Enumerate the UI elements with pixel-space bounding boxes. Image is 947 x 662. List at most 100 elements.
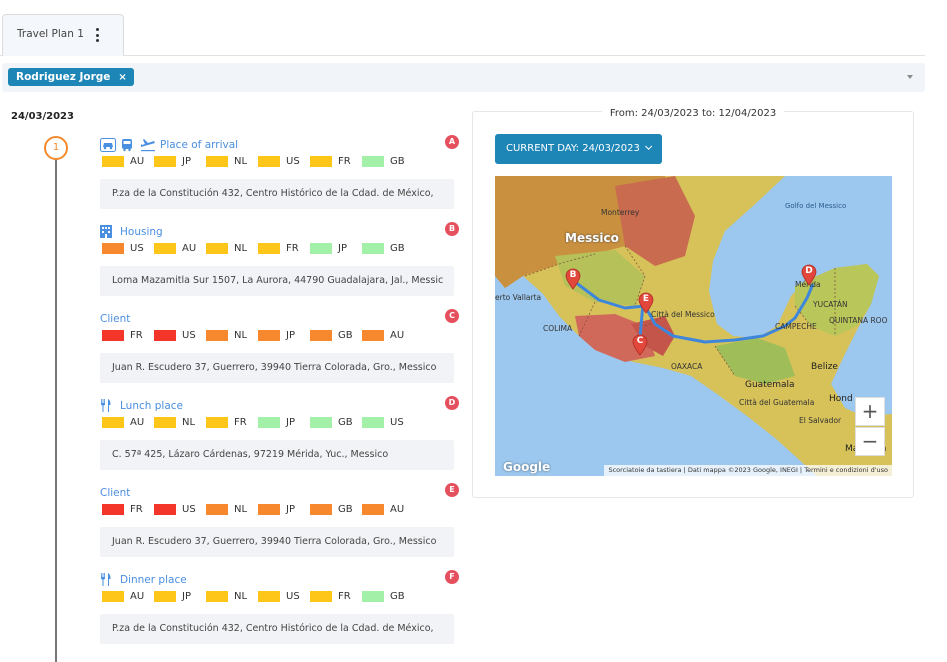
stop-title[interactable]: Housing <box>120 226 163 238</box>
rating-swatch <box>362 591 384 602</box>
rating-swatch <box>206 504 228 515</box>
stop-address: P.za de la Constitución 432, Centro Hist… <box>100 179 454 209</box>
map-pin-b[interactable]: B <box>565 268 581 290</box>
plane-icon <box>140 138 156 152</box>
country-code: FR <box>338 591 351 602</box>
map[interactable]: Messico Golfo del Messico Monterrey erto… <box>495 176 892 476</box>
date-range-text: From: 24/03/2023 to: 12/04/2023 <box>601 108 785 119</box>
stop-header: Dinner place <box>100 572 187 588</box>
country-rating: US <box>102 243 154 254</box>
country-rating: JP <box>258 504 310 515</box>
country-code: JP <box>286 417 295 428</box>
country-code: AU <box>390 504 405 515</box>
stop-title[interactable]: Client <box>100 313 130 325</box>
stop-address: Juan R. Escudero 37, Guerrero, 39940 Tie… <box>100 527 454 557</box>
rating-swatch <box>206 591 228 602</box>
country-code: GB <box>338 417 353 428</box>
map-label-belize: Belize <box>811 362 838 372</box>
day-date: 24/03/2023 <box>11 111 74 122</box>
country-code: FR <box>286 243 299 254</box>
country-rating: JP <box>258 417 310 428</box>
map-label-golfo: Golfo del Messico <box>785 202 847 210</box>
map-label-el-salvador: El Salvador <box>799 416 842 425</box>
cutlery-icon <box>100 399 116 413</box>
map-attribution[interactable]: Scorciatoie da tastiera | Dati mappa ©20… <box>604 465 892 476</box>
rating-swatch <box>206 330 228 341</box>
map-label-colima: COLIMA <box>543 324 573 333</box>
country-rating-row: AU JP NL US FR GB <box>102 591 414 602</box>
country-code: JP <box>182 591 191 602</box>
user-select[interactable]: Rodriguez Jorge × <box>2 63 925 92</box>
stop-marker-badge: C <box>445 309 459 323</box>
zoom-out-button[interactable]: − <box>855 427 885 456</box>
tab-travel-plan-1[interactable]: Travel Plan 1 <box>2 14 124 56</box>
map-pin-label: B <box>569 270 577 280</box>
country-rating-row: FR US NL JP GB AU <box>102 504 414 515</box>
country-rating-row: AU NL FR JP GB US <box>102 417 414 428</box>
remove-user-icon[interactable]: × <box>118 72 126 83</box>
stop-header: Client <box>100 311 130 327</box>
rating-swatch <box>102 504 124 515</box>
country-rating: FR <box>102 330 154 341</box>
country-code: JP <box>338 243 347 254</box>
country-code: JP <box>286 504 295 515</box>
day-number-circle: 1 <box>44 136 68 160</box>
rating-swatch <box>102 417 124 428</box>
rating-swatch <box>102 156 124 167</box>
country-rating: NL <box>154 417 206 428</box>
map-label-oaxaca: OAXACA <box>671 362 703 371</box>
stop-title[interactable]: Place of arrival <box>160 139 238 151</box>
country-rating: GB <box>310 504 362 515</box>
country-rating: JP <box>310 243 362 254</box>
country-rating: GB <box>310 330 362 341</box>
stop-marker-badge: A <box>445 135 459 149</box>
current-day-label: CURRENT DAY: 24/03/2023 <box>506 143 640 154</box>
user-chip: Rodriguez Jorge × <box>8 68 134 86</box>
current-day-dropdown[interactable]: CURRENT DAY: 24/03/2023 <box>495 134 662 164</box>
rating-swatch <box>154 156 176 167</box>
country-rating: FR <box>206 417 258 428</box>
rating-swatch <box>362 417 384 428</box>
map-label-guatemala: Guatemala <box>745 380 795 390</box>
kebab-menu-icon[interactable] <box>93 26 101 44</box>
country-rating: AU <box>154 243 206 254</box>
map-label-honduras: Hond <box>829 394 853 404</box>
zoom-in-button[interactable]: + <box>855 397 885 426</box>
rating-swatch <box>310 243 332 254</box>
country-code: FR <box>130 504 143 515</box>
country-code: NL <box>234 156 248 167</box>
rating-swatch <box>206 417 228 428</box>
bus-icon <box>120 138 136 152</box>
map-label-guatemala-city: Città del Guatemala <box>739 398 815 407</box>
country-rating: GB <box>362 591 414 602</box>
country-code: GB <box>390 591 405 602</box>
user-chip-label: Rodriguez Jorge <box>16 71 111 83</box>
country-rating: US <box>258 156 310 167</box>
country-code: NL <box>234 591 248 602</box>
map-pin-e[interactable]: E <box>638 292 654 314</box>
dropdown-caret-icon[interactable] <box>907 75 913 79</box>
stop-address: P.za de la Constitución 432, Centro Hist… <box>100 614 454 644</box>
map-pin-c[interactable]: C <box>632 334 648 356</box>
rating-swatch <box>102 243 124 254</box>
tab-label: Travel Plan 1 <box>17 28 84 40</box>
country-code: JP <box>182 156 191 167</box>
country-rating: NL <box>206 330 258 341</box>
cutlery-icon <box>100 573 116 587</box>
stop-title[interactable]: Dinner place <box>120 574 187 586</box>
rating-swatch <box>258 591 280 602</box>
rating-swatch <box>310 591 332 602</box>
country-code: AU <box>182 243 197 254</box>
stop-title[interactable]: Lunch place <box>120 400 183 412</box>
country-rating: JP <box>154 591 206 602</box>
date-range: From: 24/03/2023 to: 12/04/2023 <box>473 106 913 119</box>
tab-bar: Travel Plan 1 <box>0 0 925 56</box>
country-code: NL <box>182 417 196 428</box>
map-label-citta-messico: Città del Messico <box>651 310 715 319</box>
rating-swatch <box>362 243 384 254</box>
country-rating: NL <box>206 243 258 254</box>
map-pin-d[interactable]: D <box>801 264 817 286</box>
rating-swatch <box>310 156 332 167</box>
stop-title[interactable]: Client <box>100 487 130 499</box>
country-code: FR <box>338 156 351 167</box>
